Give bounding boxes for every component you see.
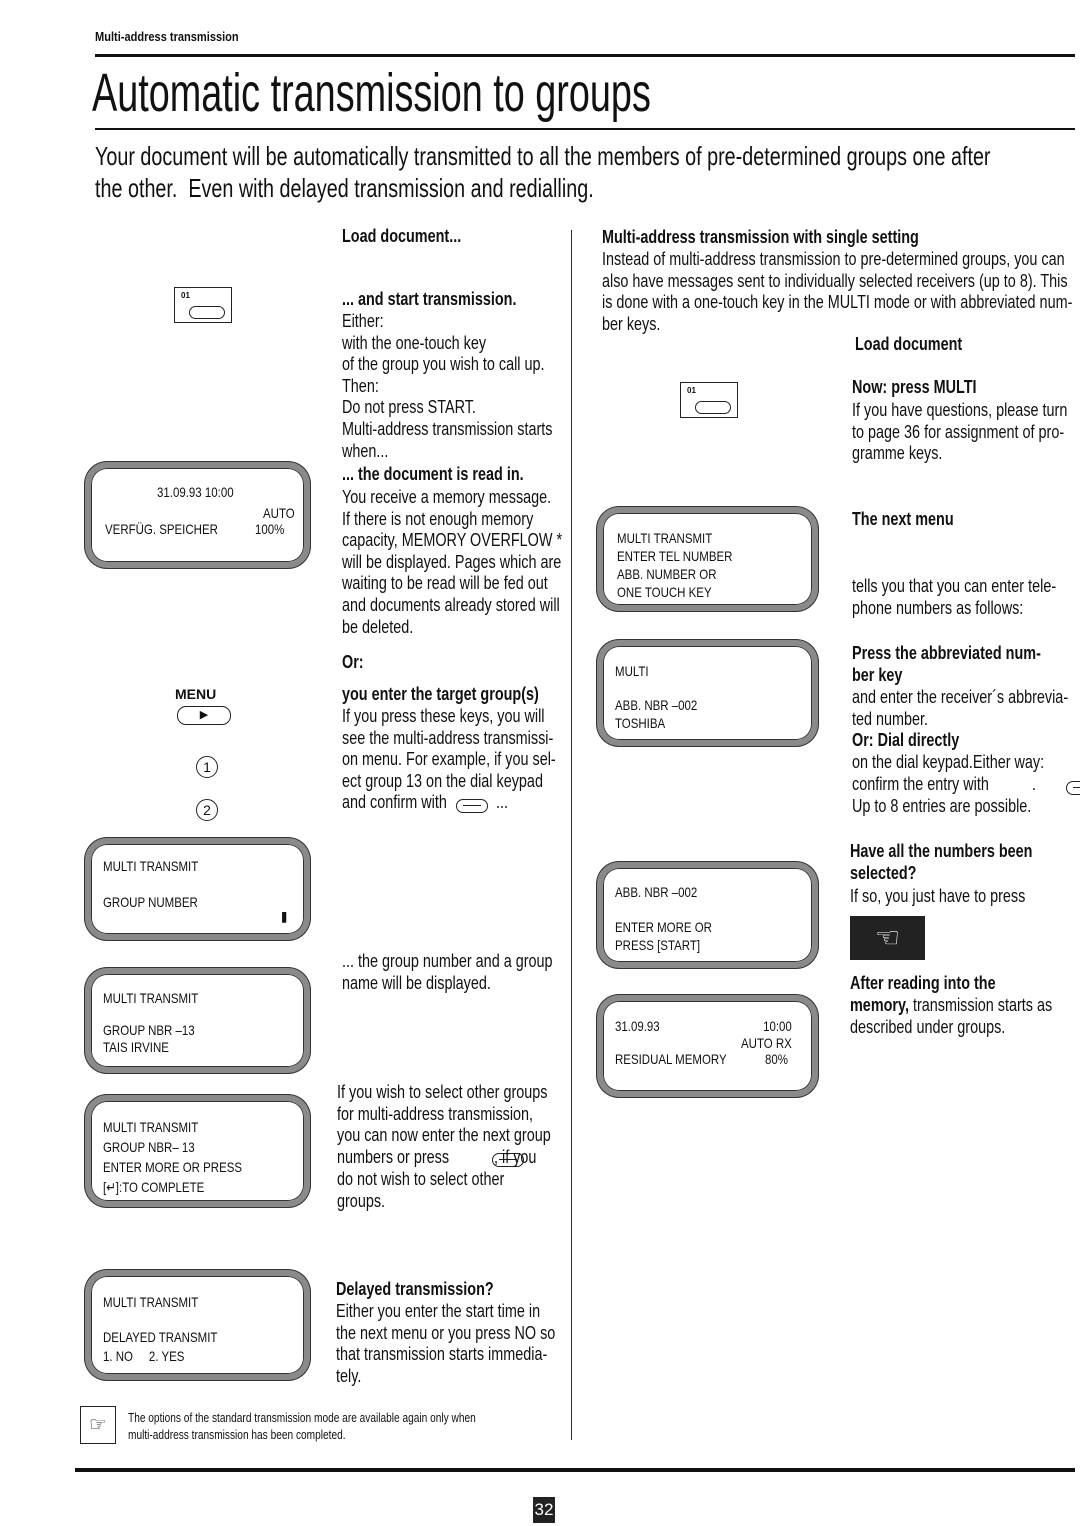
document-read-heading: ... the document is read in. [342, 464, 524, 484]
display-line: 80% [765, 1051, 788, 1067]
next-menu-heading: The next menu [852, 509, 954, 529]
digit-1-key-icon: 1 [196, 756, 218, 778]
lcd-display-abb-number: MULTI ABB. NBR –002 TOSHIBA [597, 640, 818, 746]
document-read-text: You receive a memory message. If there i… [342, 487, 563, 637]
display-line: DELAYED TRANSMIT 1. NO 2. YES [103, 1329, 218, 1364]
display-line: ENTER MORE OR PRESS [START] [615, 919, 712, 953]
enter-key-icon [456, 798, 488, 813]
manual-page: Multi-address transmission Automatic tra… [0, 0, 1080, 1526]
display-line: GROUP NUMBER [103, 894, 198, 910]
one-touch-key-icon: 01 [174, 287, 232, 323]
menu-label: MENU [175, 686, 217, 702]
lcd-display-residual-memory: 31.09.93 10:00 AUTO RX RESIDUAL MEMORY 8… [597, 995, 818, 1097]
press-multi-heading: Now: press MULTI [852, 377, 977, 397]
dial-directly-heading: Or: Dial directly [852, 730, 960, 750]
target-groups-tail: ... [492, 792, 509, 812]
section-header: Multi-address transmission [95, 29, 239, 44]
display-line: MULTI TRANSMIT [103, 990, 199, 1006]
display-line: MULTI TRANSMIT GROUP NBR– 13 ENTER MORE … [103, 1119, 243, 1195]
after-reading-text: transmission starts as [908, 994, 1053, 1015]
lcd-display-enter-more-right: ABB. NBR –002 ENTER MORE OR PRESS [START… [597, 862, 818, 968]
start-transmission-text: Either: with the one-touch key of the gr… [342, 311, 553, 461]
display-line: RESIDUAL MEMORY [615, 1051, 727, 1067]
display-line: GROUP NBR –13 TAIS IRVINE [103, 1022, 195, 1055]
display-line: ABB. NBR –002 TOSHIBA [615, 697, 698, 731]
menu-arrow-icon: ▶ [177, 706, 231, 725]
display-line: MULTI [615, 663, 649, 679]
entries-limit-text: Up to 8 entries are possible. [852, 796, 1032, 816]
dial-directly-text: on the dial keypad.Either way: confirm t… [852, 752, 1045, 794]
intro-text: Your document will be automatically tran… [95, 141, 991, 203]
key-label: 01 [687, 386, 696, 395]
next-menu-text: tells you that you can enter tele- phone… [852, 576, 1057, 618]
lcd-display-multi-transmit: MULTI TRANSMIT ENTER TEL NUMBER ABB. NUM… [597, 507, 818, 611]
display-line: MULTI TRANSMIT [103, 1294, 199, 1310]
lcd-display-delayed: MULTI TRANSMIT DELAYED TRANSMIT 1. NO 2.… [85, 1270, 310, 1380]
abbreviated-number-text: and enter the receiver´s abbrevia- ted n… [852, 687, 1069, 729]
after-reading-text-end: described under groups. [850, 1017, 1006, 1037]
all-selected-heading: Have all the numbers been selected? [850, 841, 1033, 883]
display-line: AUTO [263, 505, 295, 521]
delayed-transmission-heading: Delayed transmission? [336, 1279, 494, 1299]
column-divider [571, 230, 572, 1440]
display-line: 10:00 AUTO RX [741, 1018, 792, 1051]
display-line: 31.09.93 [615, 1018, 660, 1034]
abbreviated-number-heading: Press the abbreviated num- ber key [852, 643, 1041, 685]
title-rule [95, 128, 1075, 130]
load-document-heading: Load document... [342, 226, 462, 246]
lcd-display-memory: 31.09.93 10:00 AUTO VERFÜG. SPEICHER 100… [85, 462, 310, 568]
press-multi-text: If you have questions, please turn to pa… [852, 400, 1068, 464]
display-line: ABB. NBR –002 [615, 884, 698, 900]
lcd-display-group-number: MULTI TRANSMIT GROUP NUMBER ▮ [85, 838, 310, 940]
or-heading: Or: [342, 652, 364, 672]
enter-key-icon [1065, 780, 1080, 795]
page-title: Automatic transmission to groups [92, 63, 651, 123]
bottom-rule [75, 1468, 1075, 1472]
note-text: The options of the standard transmission… [128, 1410, 476, 1442]
key-label: 01 [181, 291, 190, 300]
lcd-display-enter-more: MULTI TRANSMIT GROUP NBR– 13 ENTER MORE … [85, 1095, 310, 1207]
load-document-heading-right: Load document [855, 334, 963, 354]
start-key-icon: ☜ [850, 916, 925, 960]
one-touch-key-icon: 01 [680, 382, 738, 418]
display-line: 31.09.93 10:00 [157, 484, 234, 500]
other-groups-text-end: do not wish to select other groups. [337, 1169, 505, 1211]
top-rule [95, 54, 1075, 57]
target-groups-heading: you enter the target group(s) [342, 684, 539, 704]
start-transmission-heading: ... and start transmission. [342, 289, 517, 309]
group-name-text: ... the group number and a group name wi… [342, 951, 553, 993]
display-line: MULTI TRANSMIT [103, 858, 199, 874]
digit-2-key-icon: 2 [196, 799, 218, 821]
display-line: 100% [255, 521, 285, 537]
single-setting-heading: Multi-address transmission with single s… [602, 227, 919, 247]
target-groups-text: If you press these keys, you will see th… [342, 706, 556, 813]
delayed-transmission-text: Either you enter the start time in the n… [336, 1301, 556, 1386]
display-line: MULTI TRANSMIT ENTER TEL NUMBER ABB. NUM… [617, 530, 733, 600]
dial-directly-tail: . [1028, 774, 1037, 794]
page-number: 32 [533, 1497, 555, 1523]
display-line: VERFÜG. SPEICHER [105, 521, 218, 537]
other-groups-tail: , if you [490, 1147, 537, 1167]
lcd-display-group-13: MULTI TRANSMIT GROUP NBR –13 TAIS IRVINE [85, 968, 310, 1073]
hand-note-icon: ☞ [80, 1406, 116, 1444]
all-selected-text: If so, you just have to press [850, 886, 1026, 906]
display-cursor: ▮ [281, 908, 288, 924]
single-setting-text: Instead of multi-address transmission to… [602, 249, 1073, 334]
